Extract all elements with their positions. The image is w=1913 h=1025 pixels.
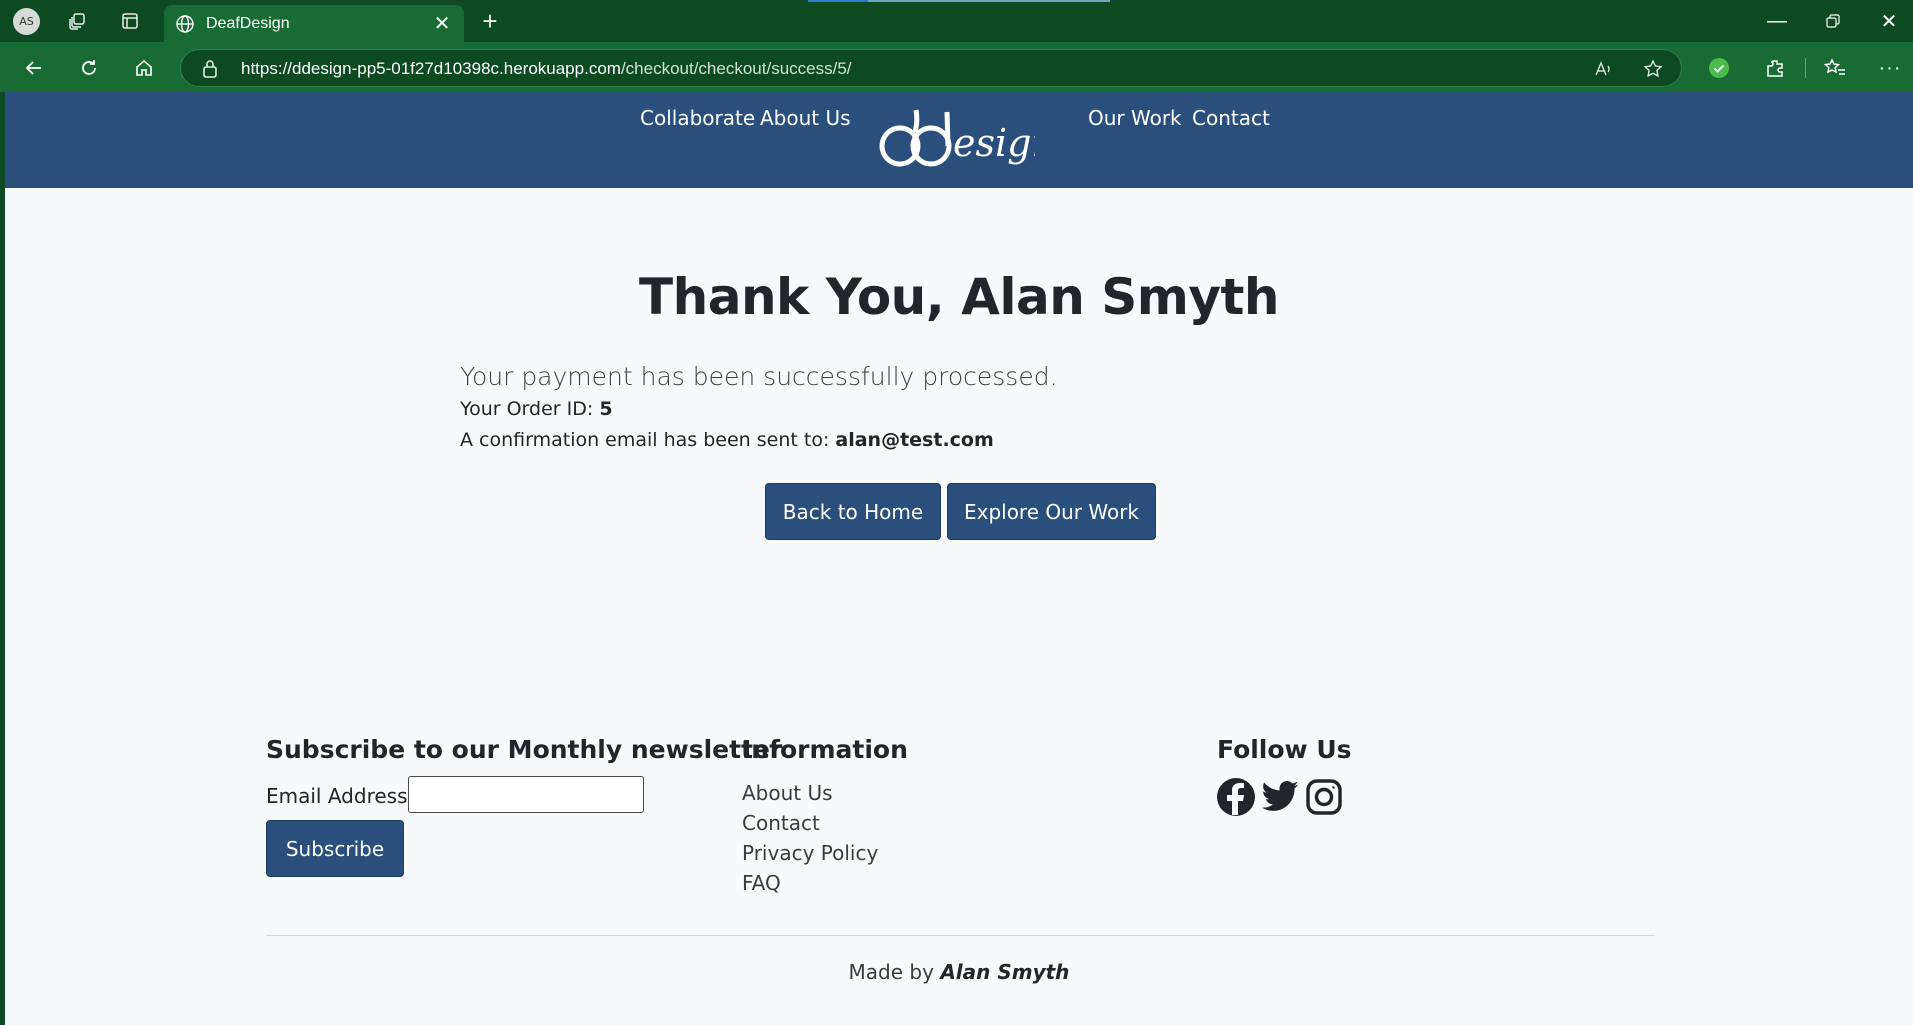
nav-link-contact[interactable]: Contact <box>1192 106 1270 130</box>
address-bar[interactable]: https://ddesign-pp5-01f27d10398c.herokua… <box>180 49 1682 87</box>
footer-divider <box>266 935 1655 936</box>
restore-icon[interactable] <box>1805 0 1861 42</box>
confirmation-email-line: A confirmation email has been sent to: a… <box>460 429 994 451</box>
footer-link-privacy-policy[interactable]: Privacy Policy <box>742 841 878 865</box>
tab-title: DeafDesign <box>206 14 290 32</box>
site-header: Collaborate About Us esign Our Work Cont… <box>5 92 1913 188</box>
nav-link-our-work[interactable]: Our Work <box>1088 106 1182 130</box>
newsletter-email-input[interactable] <box>408 776 644 813</box>
tab-actions-icon[interactable] <box>116 7 144 35</box>
footer-link-about-us[interactable]: About Us <box>742 781 833 805</box>
close-tab-icon[interactable]: ✕ <box>430 11 454 35</box>
ddesign-logo[interactable]: esign <box>875 106 1056 168</box>
footer-link-contact[interactable]: Contact <box>742 811 820 835</box>
refresh-icon[interactable] <box>72 51 106 85</box>
svg-text:esign: esign <box>953 121 1035 165</box>
twitter-icon[interactable] <box>1260 777 1300 817</box>
globe-icon <box>175 14 195 39</box>
favorites-icon[interactable] <box>1820 53 1850 83</box>
subscribe-button[interactable]: Subscribe <box>266 820 404 877</box>
nav-link-about-us[interactable]: About Us <box>760 106 851 130</box>
payment-success-message: Your payment has been successfully proce… <box>460 362 1058 391</box>
browser-tab-strip: AS DeafDesign ✕ + — ✕ <box>0 0 1913 42</box>
back-to-home-button[interactable]: Back to Home <box>765 483 941 540</box>
security-check-icon[interactable] <box>1704 53 1734 83</box>
order-id-line: Your Order ID: 5 <box>460 398 613 420</box>
read-aloud-icon[interactable] <box>1591 57 1615 81</box>
profile-avatar[interactable]: AS <box>13 8 40 35</box>
web-page: Collaborate About Us esign Our Work Cont… <box>5 92 1913 1025</box>
browser-toolbar: https://ddesign-pp5-01f27d10398c.herokua… <box>0 42 1913 92</box>
order-id-value: 5 <box>599 398 613 420</box>
email-address-label: Email Address:* <box>266 784 425 808</box>
home-icon[interactable] <box>127 51 161 85</box>
instagram-icon[interactable] <box>1304 777 1344 817</box>
footer-credit: Made by Alan Smyth <box>848 960 1070 984</box>
lock-icon[interactable] <box>201 59 219 84</box>
page-title: Thank You, Alan Smyth <box>639 268 1279 326</box>
newsletter-heading: Subscribe to our Monthly newsletter <box>266 735 783 764</box>
tab-deafdesign[interactable]: DeafDesign ✕ <box>164 5 464 42</box>
facebook-icon[interactable] <box>1216 777 1256 817</box>
nav-link-collaborate[interactable]: Collaborate <box>640 106 755 130</box>
follow-us-heading: Follow Us <box>1217 735 1352 764</box>
toolbar-separator <box>1805 58 1806 78</box>
extensions-icon[interactable] <box>1760 53 1790 83</box>
new-tab-icon[interactable]: + <box>476 6 504 36</box>
page-load-indicator <box>808 0 1110 2</box>
author-name: Alan Smyth <box>940 960 1070 984</box>
close-window-icon[interactable]: ✕ <box>1861 0 1913 42</box>
more-menu-icon[interactable]: ··· <box>1875 53 1905 83</box>
favorite-star-icon[interactable] <box>1641 57 1665 81</box>
information-heading: Information <box>742 735 908 764</box>
workspaces-icon[interactable] <box>63 7 91 35</box>
back-icon[interactable] <box>17 51 51 85</box>
url-text[interactable]: https://ddesign-pp5-01f27d10398c.herokua… <box>241 59 852 79</box>
minimize-icon[interactable]: — <box>1749 0 1805 42</box>
explore-our-work-button[interactable]: Explore Our Work <box>947 483 1156 540</box>
confirmation-email-value: alan@test.com <box>835 429 994 451</box>
footer-link-faq[interactable]: FAQ <box>742 871 781 895</box>
